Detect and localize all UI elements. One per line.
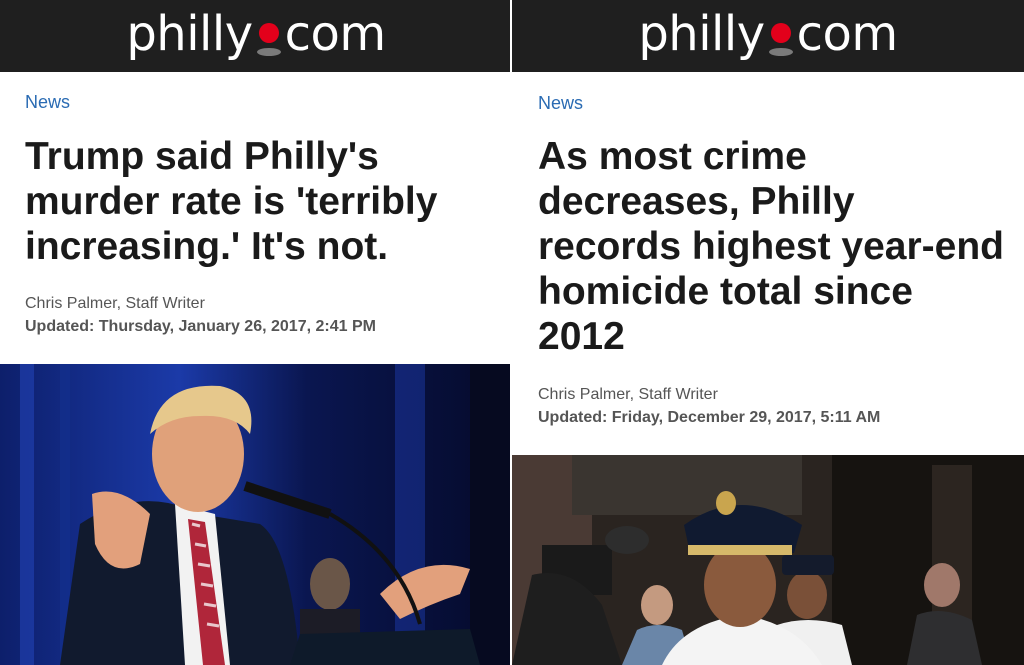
headline[interactable]: Trump said Philly's murder rate is 'terr… — [25, 134, 490, 269]
section-link[interactable]: News — [538, 93, 583, 114]
logo-dot-icon — [766, 17, 796, 57]
police-commissioner-photo — [512, 455, 1024, 665]
article-panel-left: philly com News Trump said Philly's murde… — [0, 0, 512, 665]
speaker-at-podium-photo — [0, 364, 512, 665]
byline: Chris Palmer, Staff Writer — [25, 295, 205, 312]
article-photo — [0, 364, 512, 665]
masthead: philly com — [0, 0, 512, 72]
philly-logo[interactable]: philly com — [0, 6, 512, 62]
updated-timestamp: Updated: Friday, December 29, 2017, 5:11… — [538, 409, 881, 426]
byline: Chris Palmer, Staff Writer — [538, 386, 718, 403]
philly-logo[interactable]: philly com — [512, 6, 1024, 62]
headline[interactable]: As most crime decreases, Philly records … — [538, 134, 1008, 359]
article-photo — [512, 455, 1024, 665]
article-panel-right: philly com News As most crime decreases, … — [512, 0, 1024, 665]
masthead: philly com — [512, 0, 1024, 72]
section-link[interactable]: News — [25, 92, 70, 113]
updated-timestamp: Updated: Thursday, January 26, 2017, 2:4… — [25, 318, 376, 335]
panel-divider — [510, 0, 512, 665]
logo-dot-icon — [254, 17, 284, 57]
